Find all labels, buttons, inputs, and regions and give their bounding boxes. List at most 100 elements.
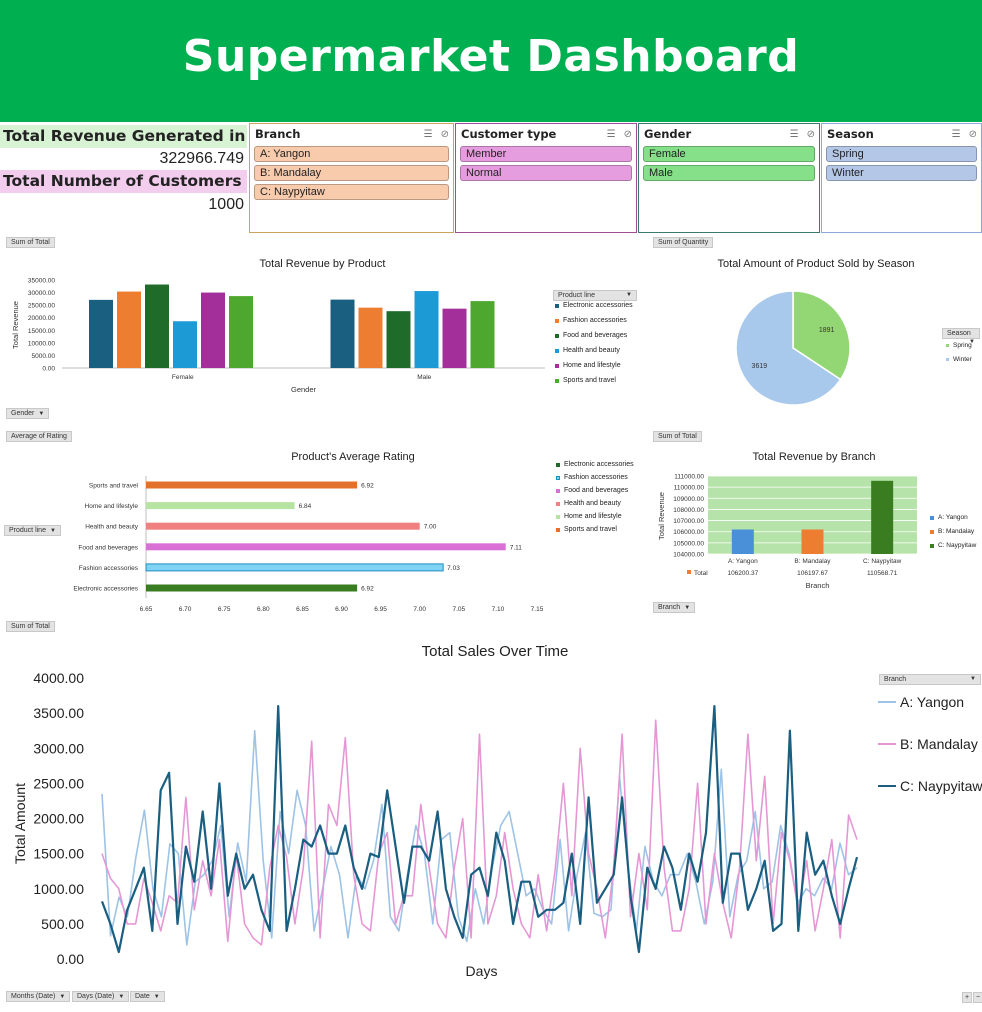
dropdown-icon: ▼	[38, 411, 45, 417]
legend-item-product: Electronic accessories	[555, 302, 633, 309]
legend-item-product: Health and beauty	[555, 347, 620, 354]
slicer-item-yangon[interactable]: A: Yangon	[254, 146, 449, 162]
multi-select-icon[interactable]: ☰	[424, 129, 433, 140]
slicer-item-winter[interactable]: Winter	[826, 165, 977, 181]
legend-item-product: Home and lifestyle	[555, 362, 621, 369]
clear-filter-icon[interactable]: ⊘	[441, 129, 449, 140]
season-legend: Spring Winter	[946, 342, 982, 368]
clear-filter-icon[interactable]: ⊘	[624, 129, 632, 140]
slicer-item-spring[interactable]: Spring	[826, 146, 977, 162]
clear-filter-icon[interactable]: ⊘	[969, 129, 977, 140]
y-category-label: Food and beverages	[78, 544, 138, 551]
y-tick-label: 104000.00	[673, 552, 704, 559]
days-field-label: Days (Date)	[77, 993, 115, 1000]
customer-type-slicer: Customer type ☰ ⊘ Member Normal	[455, 123, 637, 233]
legend-swatch	[555, 333, 559, 338]
branch-field-button[interactable]: Branch ▼	[653, 602, 696, 613]
bar-data-label: 7.03	[447, 565, 460, 572]
y-tick-label: 4000.00	[33, 670, 84, 686]
slicer-item-normal[interactable]: Normal	[460, 165, 632, 181]
multi-select-icon[interactable]: ☰	[952, 129, 961, 140]
bar-male-2	[386, 311, 411, 368]
expand-field-button[interactable]: +	[962, 992, 973, 1003]
season-pie-chart: 1891 3619	[735, 290, 851, 406]
branch-bar	[801, 529, 824, 554]
y-tick-label: 2000.00	[33, 811, 84, 827]
legend-label: Spring	[953, 342, 972, 349]
y-tick-label: 500.00	[41, 916, 84, 932]
y-tick-label: 30000.00	[28, 290, 55, 297]
bar-male-4	[442, 308, 467, 368]
legend-label: C: Naypyitaw	[938, 542, 977, 549]
legend-label: Food and beverages	[563, 332, 628, 339]
x-tick-label: 6.65	[140, 606, 153, 613]
y-tick-label: 25000.00	[28, 303, 55, 310]
slicer-item-male[interactable]: Male	[643, 165, 815, 181]
rating-bar	[146, 502, 295, 510]
legend-label: Electronic accessories	[564, 461, 634, 468]
y-tick-label: 3000.00	[33, 740, 84, 756]
slicer-item-female[interactable]: Female	[643, 146, 815, 162]
bar-male-3	[414, 291, 439, 368]
legend-label: Health and beauty	[563, 347, 620, 354]
y-axis-title: Total Revenue	[657, 492, 666, 540]
branch-legend: A: Yangon B: Mandalay C: Naypyitaw	[930, 514, 982, 556]
gender-slicer: Gender ☰ ⊘ Female Male	[638, 123, 820, 233]
slicer-item-mandalay[interactable]: B: Mandalay	[254, 165, 449, 181]
branch-legend-button[interactable]: Branch ▼	[879, 674, 981, 685]
legend-swatch	[555, 348, 559, 353]
dashboard-title: Supermarket Dashboard	[182, 30, 800, 82]
branch-revenue-chart-title: Total Revenue by Branch	[752, 451, 876, 463]
collapse-field-button[interactable]: −	[973, 992, 982, 1003]
dropdown-icon: ▼	[970, 676, 976, 682]
season-pie-chart-title: Total Amount of Product Sold by Season	[717, 258, 915, 270]
slicer-item-member[interactable]: Member	[460, 146, 632, 162]
y-tick-label: 15000.00	[28, 328, 55, 335]
rating-bar	[145, 563, 444, 572]
date-field-button[interactable]: Date ▼	[130, 991, 165, 1002]
bar-female-1	[117, 291, 141, 368]
sum-of-total-time-field-button[interactable]: Sum of Total	[6, 621, 55, 632]
legend-label: Fashion accessories	[564, 474, 628, 481]
legend-label: C: Naypyitaw	[900, 778, 982, 794]
legend-label: Food and beverages	[564, 487, 629, 494]
x-tick-label: 6.80	[257, 606, 270, 613]
y-tick-label: 0.00	[57, 951, 84, 967]
y-category-label: Electronic accessories	[73, 586, 138, 593]
dropdown-icon: ▼	[118, 994, 125, 1000]
sales-time-chart-title: Total Sales Over Time	[421, 643, 569, 660]
x-tick-label: 7.15	[531, 606, 544, 613]
legend-item-season: Spring	[946, 342, 972, 349]
legend-swatch	[556, 462, 560, 467]
table-value: 110568.71	[867, 570, 898, 577]
date-field-label: Date	[135, 993, 150, 1000]
y-tick-label: 10000.00	[28, 340, 55, 347]
clear-filter-icon[interactable]: ⊘	[807, 129, 815, 140]
legend-swatch	[946, 358, 949, 361]
x-category-label: C: Naypyitaw	[863, 558, 902, 565]
season-legend-button[interactable]: Season ▼	[942, 328, 980, 345]
slicer-item-naypyitaw[interactable]: C: Naypyitaw	[254, 184, 449, 200]
gender-field-button[interactable]: Gender ▼	[6, 408, 50, 419]
pie-data-label: 3619	[752, 363, 768, 370]
dropdown-icon: ▼	[153, 994, 160, 1000]
season-slicer: Season ☰ ⊘ Spring Winter	[821, 123, 982, 233]
multi-select-icon[interactable]: ☰	[607, 129, 616, 140]
months-field-button[interactable]: Months (Date) ▼	[6, 991, 71, 1002]
sum-of-quantity-field-button[interactable]: Sum of Quantity	[653, 237, 714, 248]
average-of-rating-field-button[interactable]: Average of Rating	[6, 431, 72, 442]
legend-item-rating: Electronic accessories	[556, 461, 634, 468]
bar-female-3	[173, 321, 197, 368]
sum-of-total-branch-field-button[interactable]: Sum of Total	[653, 431, 702, 442]
multi-select-icon[interactable]: ☰	[790, 129, 799, 140]
legend-swatch	[930, 529, 934, 534]
customers-kpi-label: Total Number of Customers	[0, 170, 247, 193]
product-line-legend-button[interactable]: Product line ▼	[553, 290, 637, 301]
bar-female-0	[89, 299, 113, 368]
rating-legend: Electronic accessories Fashion accessorie…	[556, 461, 646, 541]
bar-female-4	[201, 292, 225, 368]
sum-of-total-field-button[interactable]: Sum of Total	[6, 237, 55, 248]
y-tick-label: 5000.00	[32, 353, 56, 360]
y-category-label: Fashion accessories	[79, 565, 139, 572]
days-field-button[interactable]: Days (Date) ▼	[72, 991, 130, 1002]
